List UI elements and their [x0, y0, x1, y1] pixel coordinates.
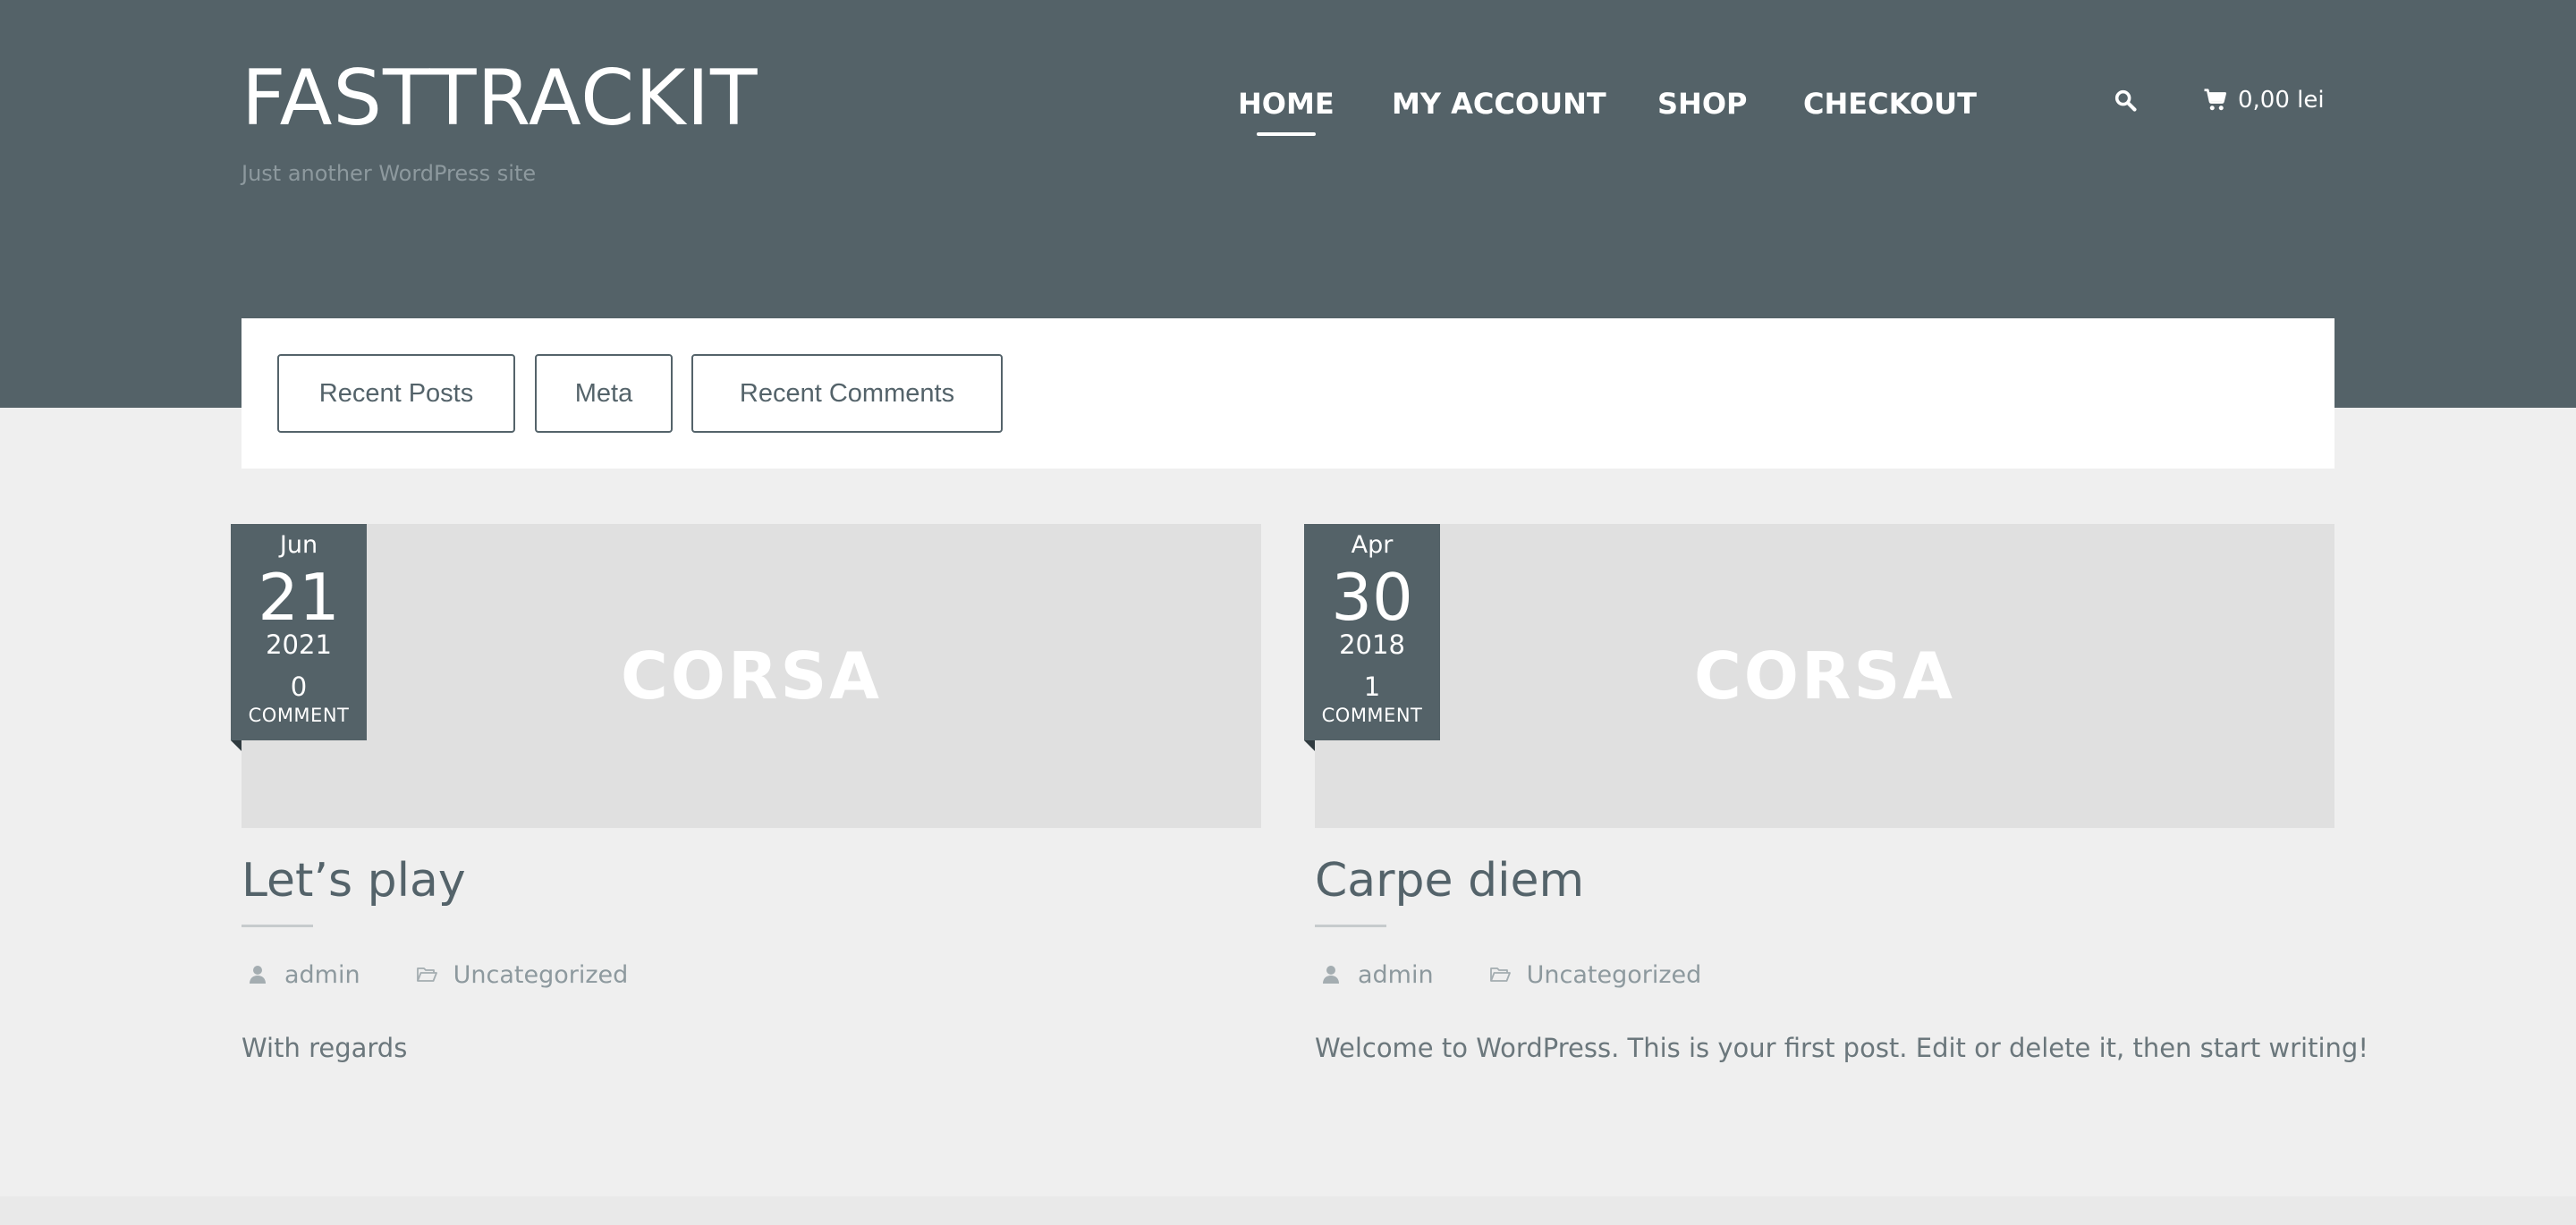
tab-meta[interactable]: Meta: [535, 354, 673, 433]
nav-item-checkout[interactable]: CHECKOUT: [1803, 84, 1977, 123]
site-tagline: Just another WordPress site: [242, 161, 537, 186]
post-thumbnail[interactable]: CORSA: [1315, 524, 2334, 828]
post-author[interactable]: admin: [1358, 961, 1434, 989]
comment-count[interactable]: 0: [231, 671, 367, 703]
thumbnail-text: CORSA: [1693, 638, 1956, 714]
post-excerpt: With regards: [242, 1033, 408, 1063]
tab-recent-comments[interactable]: Recent Comments: [691, 354, 1003, 433]
nav-item-home[interactable]: HOME: [1238, 84, 1335, 123]
post-title[interactable]: Let’s play: [242, 849, 466, 912]
date-day: 21: [258, 560, 340, 635]
nav-item-my-account[interactable]: MY ACCOUNT: [1392, 84, 1606, 123]
post-title[interactable]: Carpe diem: [1315, 849, 1584, 912]
post-category[interactable]: Uncategorized: [1527, 961, 1702, 989]
search-icon[interactable]: [2113, 88, 2138, 113]
post-category[interactable]: Uncategorized: [453, 961, 629, 989]
cart-total: 0,00 lei: [2238, 87, 2325, 114]
date-year: 2021: [266, 629, 332, 660]
post-excerpt: Welcome to WordPress. This is your first…: [1315, 1033, 2368, 1063]
date-year: 2018: [1339, 629, 1405, 660]
date-month: Jun: [279, 531, 318, 559]
nav-item-shop[interactable]: SHOP: [1657, 84, 1747, 123]
user-icon: [250, 966, 266, 984]
date-month: Apr: [1351, 531, 1394, 559]
folder-open-icon: [1489, 967, 1511, 982]
post-meta: admin Uncategorized: [1320, 957, 1701, 993]
site-title[interactable]: FASTTRACKIT: [242, 55, 758, 141]
widget-tabs-card: Recent Posts Meta Recent Comments: [242, 318, 2334, 469]
post-thumbnail[interactable]: CORSA: [242, 524, 1261, 828]
comment-label: COMMENT: [248, 705, 350, 726]
comment-label: COMMENT: [1321, 705, 1423, 726]
user-icon: [1323, 966, 1339, 984]
cart-link[interactable]: 0,00 lei: [2202, 82, 2325, 118]
title-divider: [1315, 925, 1386, 927]
title-divider: [242, 925, 313, 927]
thumbnail-text: CORSA: [620, 638, 883, 714]
footer-strip: [0, 1196, 2576, 1225]
cart-icon: [2204, 89, 2226, 111]
date-day: 30: [1331, 560, 1413, 635]
date-badge: Jun 21 2021 0 COMMENT: [231, 524, 367, 751]
date-badge: Apr 30 2018 1 COMMENT: [1304, 524, 1440, 751]
folder-open-icon: [416, 967, 437, 982]
tab-recent-posts[interactable]: Recent Posts: [277, 354, 515, 433]
post-meta: admin Uncategorized: [247, 957, 628, 993]
post-author[interactable]: admin: [284, 961, 360, 989]
comment-count[interactable]: 1: [1304, 671, 1440, 703]
